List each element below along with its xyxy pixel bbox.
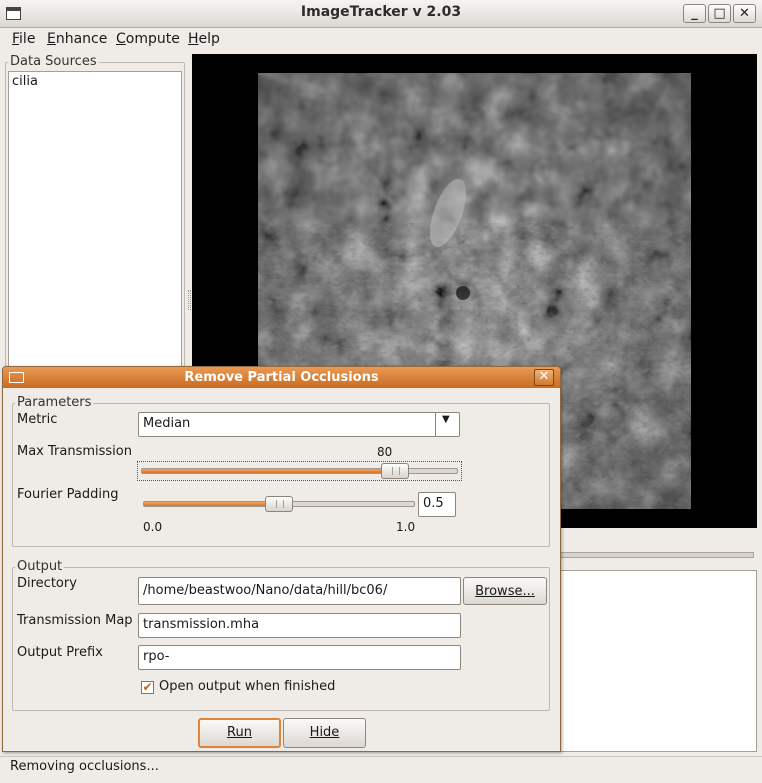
- list-item[interactable]: cilia: [12, 74, 38, 89]
- menu-bar: [0, 28, 762, 52]
- status-text: Removing occlusions...: [10, 759, 159, 774]
- open-output-label: Open output when finished: [159, 679, 336, 694]
- select-divider: [435, 413, 436, 436]
- open-output-checkbox[interactable]: ✔: [141, 681, 154, 694]
- pane-splitter[interactable]: [188, 290, 191, 310]
- remove-partial-occlusions-dialog: Remove Partial Occlusions ✕ Parameters M…: [2, 366, 561, 752]
- fourier-max-label: 1.0: [396, 520, 416, 534]
- hide-button[interactable]: Hide: [283, 718, 366, 748]
- directory-label: Directory: [17, 576, 77, 591]
- run-button[interactable]: Run: [198, 718, 281, 748]
- max-transmission-slider[interactable]: [137, 461, 462, 481]
- max-transmission-track: [141, 468, 458, 474]
- max-transmission-handle[interactable]: [380, 463, 409, 479]
- output-legend: Output: [15, 559, 65, 574]
- metric-select[interactable]: Median ▼: [138, 412, 460, 437]
- menu-enhance[interactable]: Enhance: [47, 31, 107, 47]
- data-sources-legend: Data Sources: [8, 54, 99, 69]
- fourier-padding-slider[interactable]: [143, 495, 415, 515]
- metric-value: Median: [143, 416, 191, 431]
- browse-button[interactable]: Browse...: [463, 577, 547, 605]
- frame-slider[interactable]: [560, 552, 754, 558]
- max-transmission-fill: [142, 469, 396, 473]
- close-button[interactable]: ✕: [733, 4, 756, 23]
- directory-input[interactable]: /home/beastwoo/Nano/data/hill/bc06/: [138, 577, 461, 605]
- maximize-button[interactable]: □: [708, 4, 731, 23]
- dialog-title: Remove Partial Occlusions: [184, 370, 379, 385]
- menu-compute[interactable]: Compute: [116, 31, 180, 47]
- fourier-padding-fill: [144, 502, 280, 506]
- data-sources-list[interactable]: [8, 71, 182, 371]
- fourier-padding-field[interactable]: 0.5: [418, 492, 456, 517]
- fourier-padding-label: Fourier Padding: [17, 487, 119, 502]
- output-prefix-label: Output Prefix: [17, 645, 103, 660]
- output-prefix-input[interactable]: rpo-: [138, 645, 461, 670]
- metric-label: Metric: [17, 412, 58, 427]
- menu-help[interactable]: Help: [188, 31, 220, 47]
- max-transmission-label: Max Transmission: [17, 444, 132, 459]
- log-pane: [560, 570, 757, 752]
- dialog-close-button[interactable]: ✕: [534, 369, 554, 386]
- fourier-min-label: 0.0: [143, 520, 163, 534]
- fourier-padding-handle[interactable]: [265, 496, 293, 512]
- chevron-down-icon: ▼: [442, 414, 450, 425]
- transmission-map-label: Transmission Map: [17, 613, 133, 628]
- app-title: ImageTracker v 2.03: [300, 4, 462, 20]
- max-transmission-value: 80: [377, 445, 393, 459]
- parameters-legend: Parameters: [15, 395, 94, 410]
- transmission-map-input[interactable]: transmission.mha: [138, 613, 461, 638]
- menu-file[interactable]: File: [12, 31, 35, 47]
- minimize-button[interactable]: _: [683, 4, 706, 23]
